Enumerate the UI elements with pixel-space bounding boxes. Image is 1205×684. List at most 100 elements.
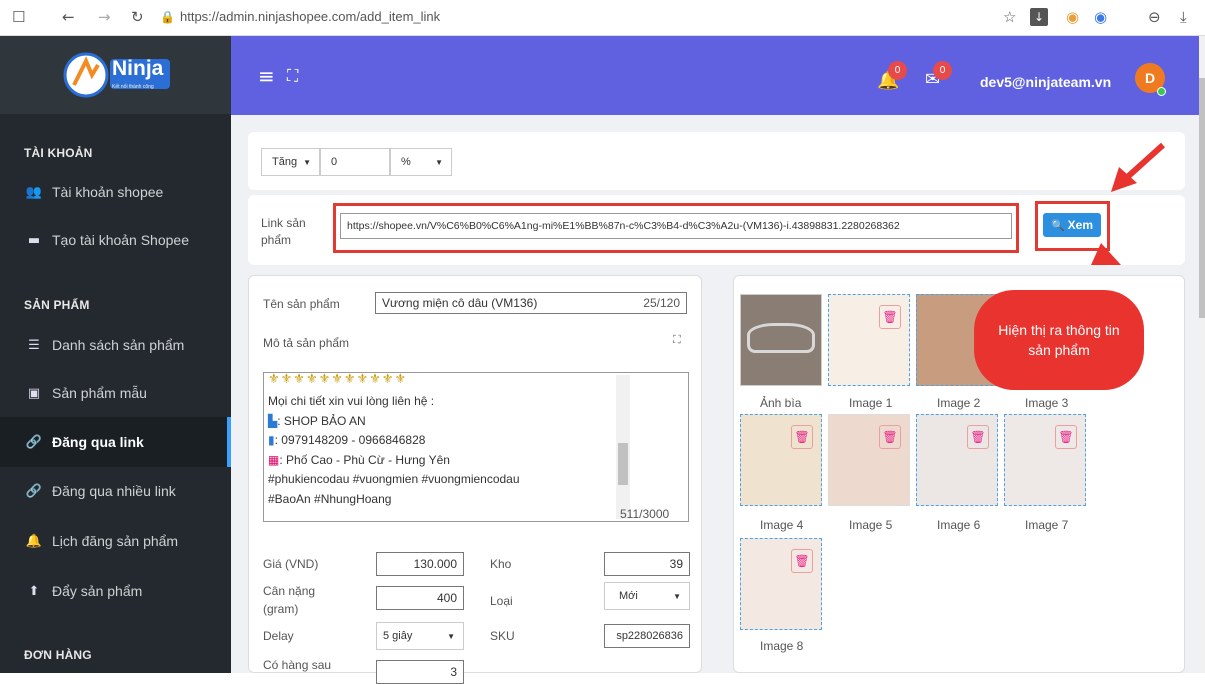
link-label: Link sản phẩm (261, 216, 306, 247)
callout-bubble: Hiện thị ra thông tin sản phẩm (974, 290, 1144, 390)
file-icon: ▣ (27, 385, 41, 401)
sidebar-item-push-products[interactable]: ⬆ Đẩy sản phẩm (0, 567, 231, 615)
sku-input[interactable]: sp228026836 (604, 624, 690, 648)
delete-icon[interactable]: 🗑 (1055, 425, 1077, 449)
image-4[interactable]: 🗑 (740, 414, 822, 506)
image-7[interactable]: 🗑 (1004, 414, 1086, 506)
page-scroll-thumb[interactable] (1199, 78, 1205, 318)
sidebar-item-post-via-link[interactable]: 🔗 Đăng qua link (0, 417, 231, 467)
type-select[interactable]: Mới ▼ (604, 582, 690, 610)
delay-select[interactable]: 5 giây ▼ (376, 622, 464, 650)
product-desc-label: Mô tả sản phẩm (263, 336, 350, 350)
image-5[interactable]: 🗑 (828, 414, 910, 506)
link-icon: 🔗 (25, 434, 43, 450)
image-8[interactable]: 🗑 (740, 538, 822, 630)
link-icon: 🔗 (25, 483, 43, 499)
tab-icon[interactable]: ☐ (12, 8, 25, 26)
extension2-icon[interactable]: ◉ (1094, 8, 1107, 26)
price-input[interactable]: 130.000 (376, 552, 464, 576)
fullscreen-icon[interactable]: ⛶ (287, 66, 298, 86)
weight-input[interactable]: 400 (376, 586, 464, 610)
image-6[interactable]: 🗑 (916, 414, 998, 506)
sidebar-item-product-list[interactable]: ☰ Danh sách sản phẩm (0, 321, 231, 369)
adjust-amount-input[interactable]: 0 (320, 148, 390, 176)
users-icon: 👥 (25, 184, 43, 200)
decor-row-icon: ⚜⚜⚜⚜⚜⚜⚜⚜⚜⚜⚜ (268, 372, 408, 387)
desc-scroll-thumb[interactable] (618, 443, 628, 485)
reload-icon[interactable]: ↻ (131, 8, 144, 26)
stock-label: Kho (490, 557, 512, 571)
delete-icon[interactable]: 🗑 (967, 425, 989, 449)
adjust-mode-select[interactable]: Tăng ▼ (261, 148, 320, 176)
browser-toolbar: ☐ ← → ↻ 🔒 https://admin.ninjashopee.com/… (0, 0, 1205, 36)
product-name-label: Tên sản phẩm (263, 297, 340, 311)
star-icon[interactable]: ☆ (1003, 8, 1016, 26)
caption-image-5: Image 5 (849, 518, 893, 532)
logo[interactable]: Ninja Kết nối thành công (0, 36, 231, 114)
address-bar[interactable]: https://admin.ninjashopee.com/add_item_l… (180, 8, 440, 26)
adjust-unit-value: % (401, 156, 411, 168)
stock-input[interactable]: 39 (604, 552, 690, 576)
sidebar-item-shopee-accounts[interactable]: 👥 Tài khoản shopee (0, 168, 231, 216)
page-scrollbar[interactable] (1199, 36, 1205, 673)
product-link-input[interactable]: https://shopee.vn/V%C6%B0%C6%A1ng-mi%E1%… (340, 213, 1012, 239)
section-products-title: SẢN PHẨM (24, 298, 90, 312)
type-label: Loại (490, 594, 513, 608)
delete-icon[interactable]: 🗑 (791, 425, 813, 449)
building-icon: ▦ (268, 452, 280, 467)
delete-icon[interactable]: 🗑 (791, 549, 813, 573)
mail-badge: 0 (933, 61, 952, 80)
shop-icon: ▙ (268, 413, 278, 428)
sidebar-item-label: Tạo tài khoản Shopee (52, 232, 189, 248)
expand-icon[interactable]: ⛶ (673, 333, 681, 347)
adjust-mode-value: Tăng (272, 156, 298, 168)
available-after-input[interactable]: 3 (376, 660, 464, 684)
sidebar-item-label: Danh sách sản phẩm (52, 337, 185, 353)
desc-scrollbar[interactable] (616, 375, 630, 519)
download-ext-icon[interactable]: ↓ (1030, 8, 1048, 26)
menu-toggle-icon[interactable]: ≡ (258, 64, 275, 88)
product-name-input[interactable]: Vương miện cô dâu (VM136) 25/120 (375, 292, 687, 314)
delete-icon[interactable]: 🗑 (879, 305, 901, 329)
bell-icon: 🔔 (25, 533, 43, 549)
image-1[interactable]: 🗑 (828, 294, 910, 386)
delete-icon[interactable]: 🗑 (879, 425, 901, 449)
cover-image[interactable] (740, 294, 822, 386)
sidebar-item-sample-products[interactable]: ▣ Sản phẩm mẫu (0, 369, 231, 417)
user-email[interactable]: dev5@ninjateam.vn (980, 74, 1111, 90)
logo-text: Ninja (112, 57, 164, 80)
price-adjust-card: Tăng ▼ 0 % ▼ (248, 132, 1185, 190)
downloads-icon[interactable]: ⤓ (1180, 8, 1187, 26)
sidebar-item-post-schedule[interactable]: 🔔 Lịch đăng sản phẩm (0, 517, 231, 565)
back-icon[interactable]: ← (62, 8, 75, 26)
store-icon: ▬ (27, 232, 41, 248)
caption-image-6: Image 6 (937, 518, 981, 532)
product-form-card: Tên sản phẩm Vương miện cô dâu (VM136) 2… (248, 275, 702, 684)
product-desc-textarea[interactable]: ⚜⚜⚜⚜⚜⚜⚜⚜⚜⚜⚜ Mọi chi tiết xin vui lòng li… (263, 372, 689, 522)
profile-icon[interactable]: ⊖ (1148, 8, 1161, 26)
extension-icon[interactable]: ◉ (1066, 8, 1079, 26)
sidebar-item-create-shopee-account[interactable]: ▬ Tạo tài khoản Shopee (0, 216, 231, 264)
sidebar-item-label: Đăng qua link (52, 434, 144, 450)
weight-label: Cân nặng (gram) (263, 584, 316, 616)
adjust-unit-select[interactable]: % ▼ (390, 148, 452, 176)
upload-icon: ⬆ (28, 583, 40, 599)
arrow-line-top (1120, 142, 1166, 184)
sidebar-item-post-via-multi-link[interactable]: 🔗 Đăng qua nhiều link (0, 467, 231, 515)
list-icon: ☰ (28, 337, 40, 353)
sidebar: Ninja Kết nối thành công TÀI KHOẢN 👥 Tài… (0, 36, 231, 673)
sidebar-item-label: Đăng qua nhiều link (52, 483, 176, 499)
type-select-value: Mới (619, 590, 638, 602)
product-name-counter: 25/120 (643, 296, 680, 310)
callout-pointer (1091, 243, 1121, 265)
desc-line: : 0979148209 - 0966846828 (274, 433, 426, 447)
sidebar-item-label: Lịch đăng sản phẩm (52, 533, 179, 549)
delay-label: Delay (263, 629, 294, 643)
top-header: ≡ ⛶ 🔔 0 ✉ 0 dev5@ninjateam.vn D (231, 36, 1199, 115)
price-label: Giá (VND) (263, 557, 319, 571)
caption-image-7: Image 7 (1025, 518, 1069, 532)
sku-label: SKU (490, 629, 515, 643)
forward-icon[interactable]: → (98, 8, 111, 26)
logo-subtext: Kết nối thành công (112, 84, 154, 90)
phone-icon: ▮ (268, 433, 275, 447)
